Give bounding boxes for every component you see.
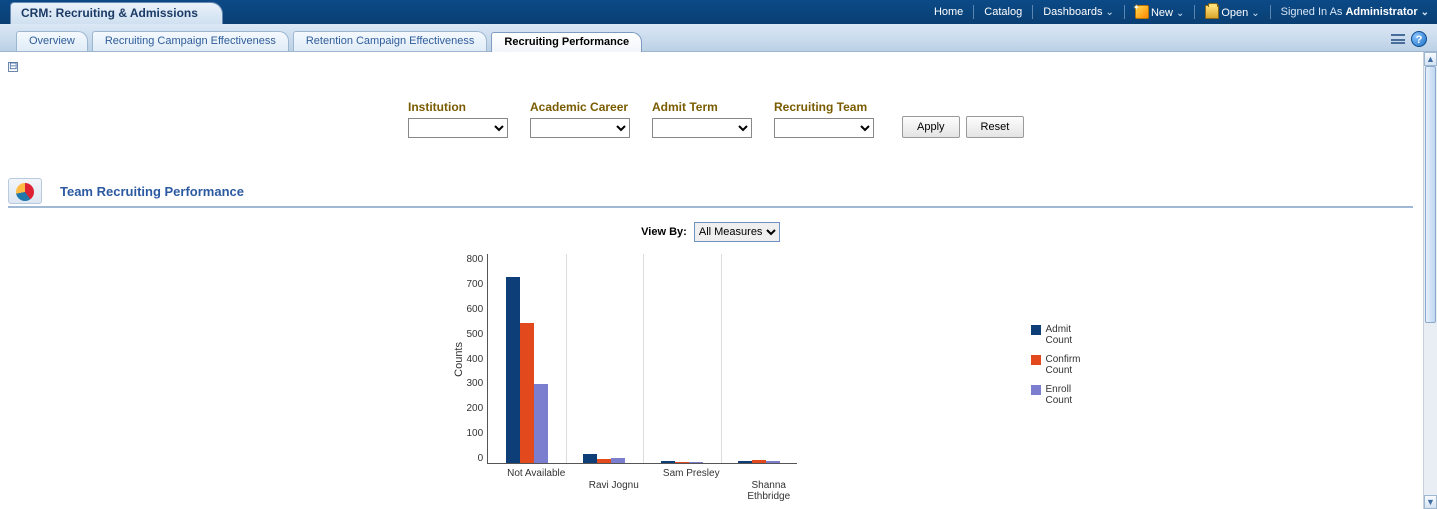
prompt-filters: Institution Academic Career Admit Term R… xyxy=(408,100,1413,138)
filter-admit-term-label: Admit Term xyxy=(652,100,752,114)
filter-institution: Institution xyxy=(408,100,508,138)
filter-institution-select[interactable] xyxy=(408,118,508,138)
page-content: ⊟ Institution Academic Career Admit Term… xyxy=(0,52,1423,509)
reset-button[interactable]: Reset xyxy=(966,116,1025,138)
help-icon[interactable]: ? xyxy=(1411,31,1427,47)
section-title: Team Recruiting Performance xyxy=(60,184,244,199)
filter-recruiting-team-select[interactable] xyxy=(774,118,874,138)
chart-plot-area xyxy=(487,254,797,464)
filter-admit-term: Admit Term xyxy=(652,100,752,138)
scroll-track[interactable] xyxy=(1424,66,1437,495)
nav-home[interactable]: Home xyxy=(930,6,967,18)
tab-overview[interactable]: Overview xyxy=(16,31,88,51)
view-by-label: View By: xyxy=(641,226,687,238)
team-recruiting-section: Team Recruiting Performance View By: All… xyxy=(8,178,1413,509)
view-by-row: View By: All Measures xyxy=(8,222,1413,242)
app-title-tab: CRM: Recruiting & Admissions xyxy=(10,2,223,24)
signed-in-label: Signed In As Administrator xyxy=(1277,6,1429,18)
filter-institution-label: Institution xyxy=(408,100,508,114)
chart-xaxis: Not AvailableRavi JognuSam PresleyShanna… xyxy=(498,464,808,490)
scroll-down-icon[interactable]: ▼ xyxy=(1424,495,1437,509)
user-menu[interactable]: Administrator xyxy=(1345,6,1429,18)
nav-dashboards[interactable]: Dashboards xyxy=(1039,6,1118,18)
chart-yaxis: 8007006005004003002001000 xyxy=(467,254,488,464)
nav-catalog[interactable]: Catalog xyxy=(980,6,1026,18)
filter-academic-career-label: Academic Career xyxy=(530,100,630,114)
top-header: CRM: Recruiting & Admissions Home Catalo… xyxy=(0,0,1437,24)
tab-recruiting-performance[interactable]: Recruiting Performance xyxy=(491,32,642,52)
pie-chart-icon xyxy=(8,178,42,204)
chart-ylabel: Counts xyxy=(451,342,467,377)
scroll-thumb[interactable] xyxy=(1425,66,1436,323)
scroll-up-icon[interactable]: ▲ xyxy=(1424,52,1437,66)
filter-recruiting-team: Recruiting Team xyxy=(774,100,874,138)
page-options-icon[interactable] xyxy=(1391,34,1405,44)
nav-new[interactable]: New xyxy=(1131,5,1188,19)
recruiting-bar-chart: Counts 8007006005004003002001000 Not Ava… xyxy=(451,254,971,509)
chart-legend: Admit CountConfirm CountEnroll Count xyxy=(1031,324,1080,414)
tab-retention-campaign[interactable]: Retention Campaign Effectiveness xyxy=(293,31,488,51)
apply-button[interactable]: Apply xyxy=(902,116,960,138)
vertical-scrollbar[interactable]: ▲ ▼ xyxy=(1423,52,1437,509)
open-folder-icon xyxy=(1205,5,1219,19)
global-nav: Home Catalog Dashboards New Open Signed … xyxy=(930,0,1437,24)
filter-academic-career-select[interactable] xyxy=(530,118,630,138)
collapse-toggle[interactable]: ⊟ xyxy=(8,62,18,72)
dashboard-tabs: Overview Recruiting Campaign Effectivene… xyxy=(0,24,1437,52)
filter-admit-term-select[interactable] xyxy=(652,118,752,138)
nav-open[interactable]: Open xyxy=(1201,5,1263,19)
filter-academic-career: Academic Career xyxy=(530,100,630,138)
new-icon xyxy=(1135,5,1149,19)
tab-recruiting-campaign[interactable]: Recruiting Campaign Effectiveness xyxy=(92,31,289,51)
filter-recruiting-team-label: Recruiting Team xyxy=(774,100,874,114)
view-by-select[interactable]: All Measures xyxy=(694,222,780,242)
